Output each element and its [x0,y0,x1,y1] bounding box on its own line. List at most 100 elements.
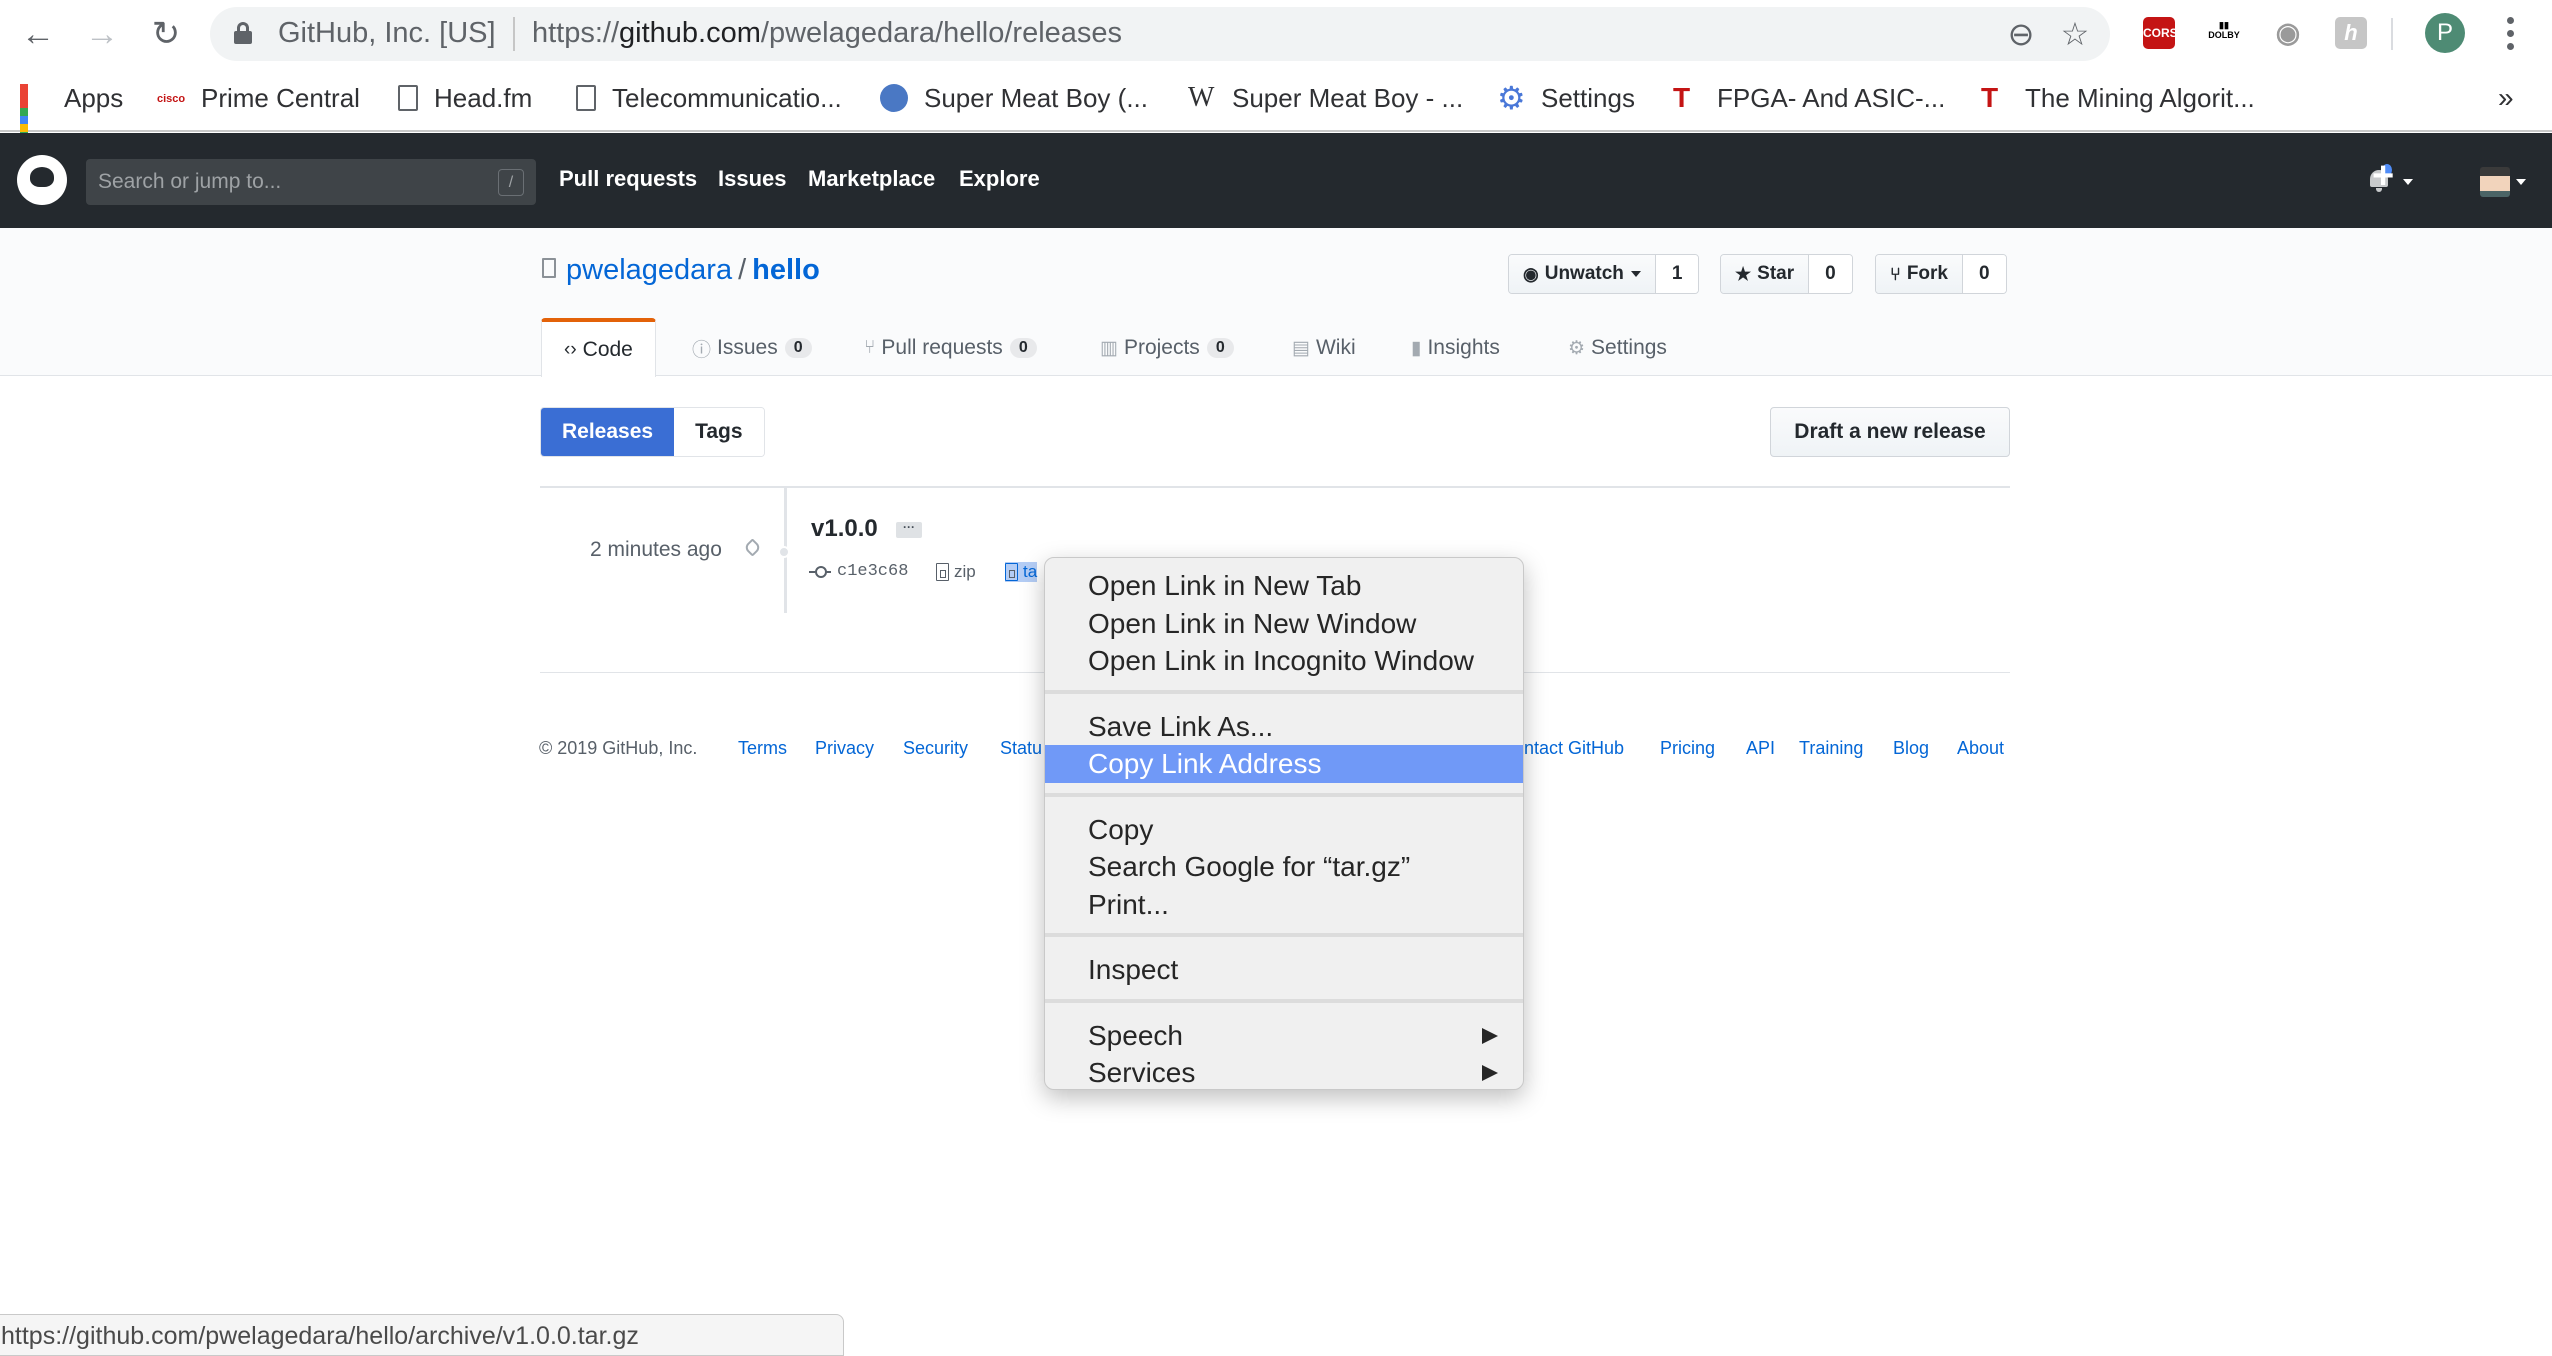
url-text[interactable]: https://github.com/pwelagedara/hello/rel… [532,17,1122,50]
tab-issues[interactable]: ⓘ Issues 0 [692,320,812,376]
tab-counter: 0 [1009,338,1037,358]
zip-download-link[interactable]: zip [936,562,976,582]
menu-item-inspect[interactable]: Inspect [1045,951,1523,989]
footer-link-training[interactable]: Training [1799,738,1863,759]
star-label: Star [1757,263,1795,284]
address-bar[interactable]: GitHub, Inc. [US] https://github.com/pwe… [210,7,2110,61]
menu-item-copy-link-address[interactable]: Copy Link Address [1045,745,1523,783]
code-icon: ‹› [564,338,577,360]
github-logo-icon[interactable] [17,155,67,205]
release-title-link[interactable]: v1.0.0 [811,515,878,543]
hammer-icon: T [1673,82,1691,113]
search-input[interactable]: Search or jump to... / [86,159,536,205]
browser-toolbar: ← → ↻ GitHub, Inc. [US] https://github.c… [0,0,2552,156]
file-zip-icon [936,563,949,581]
tar-gz-download-link[interactable]: ta [1005,562,1038,582]
create-new-button[interactable]: + [2372,155,2394,198]
repo-icon [542,258,556,278]
forks-count[interactable]: 0 [1963,255,2006,293]
bookmark-fpga[interactable]: T FPGA- And ASIC-... [1673,78,1945,118]
footer-link-privacy[interactable]: Privacy [815,738,874,759]
camera-extension-icon[interactable]: ◉ [2272,17,2304,49]
tab-settings[interactable]: ⚙ Settings [1568,320,1667,376]
footer-link-security[interactable]: Security [903,738,968,759]
repo-header: pwelagedara / hello ◉ Unwatch 1 ★ Star 0 ⑂ Fo… [0,228,2552,377]
menu-item-save-link-as[interactable]: Save Link As... [1045,708,1523,746]
zoom-icon[interactable]: ⊖ [2002,15,2040,53]
commit-link[interactable]: c1e3c68 [809,562,908,581]
release-more-button[interactable]: ··· [896,521,922,538]
nav-pull-requests[interactable]: Pull requests [559,166,697,192]
bookmark-label: Super Meat Boy (... [924,82,1148,113]
menu-item-open-new-window[interactable]: Open Link in New Window [1045,605,1523,643]
stars-count[interactable]: 0 [1809,255,1852,293]
bookmark-apps[interactable]: Apps [20,78,124,156]
tags-tab[interactable]: Tags [674,408,764,456]
tab-insights[interactable]: ▮ Insights [1411,320,1500,376]
nav-issues[interactable]: Issues [718,166,787,192]
profile-avatar[interactable]: P [2425,13,2465,53]
footer-link-about[interactable]: About [1957,738,2004,759]
cors-extension-icon[interactable]: CORS [2143,17,2178,49]
fork-label: Fork [1906,263,1948,284]
user-avatar[interactable] [2480,167,2510,197]
gear-icon: ⚙ [1497,80,1526,116]
menu-item-open-new-tab[interactable]: Open Link in New Tab [1045,567,1523,605]
bookmark-label: Prime Central [201,82,360,113]
bookmark-super-meat-boy-2[interactable]: W Super Meat Boy - ... [1188,78,1463,118]
bookmark-telecommunication[interactable]: Telecommunicatio... [576,78,842,118]
bookmark-label: The Mining Algorit... [2025,82,2255,113]
menu-item-speech[interactable]: Speech [1045,1017,1523,1055]
repo-name-link[interactable]: hello [752,254,820,286]
footer-link-terms[interactable]: Terms [738,738,787,759]
back-button[interactable]: ← [18,14,58,54]
url-prefix: https:// [532,17,620,49]
footer-link-pricing[interactable]: Pricing [1660,738,1715,759]
tab-pull-requests[interactable]: ⑂ Pull requests 0 [864,320,1037,376]
nav-explore[interactable]: Explore [959,166,1040,192]
menu-item-print[interactable]: Print... [1045,886,1523,924]
bookmark-prime-central[interactable]: cisco Prime Central [157,78,360,118]
releases-tab[interactable]: Releases [541,408,675,456]
context-menu: Open Link in New Tab Open Link in New Wi… [1044,557,1524,1090]
tab-projects[interactable]: ▥ Projects 0 [1100,320,1234,376]
footer-link-contact[interactable]: ntact GitHub [1524,738,1624,759]
bookmark-label: Apps [64,82,124,113]
watchers-count[interactable]: 1 [1655,255,1699,293]
nav-marketplace[interactable]: Marketplace [808,166,935,192]
bookmark-super-meat-boy-1[interactable]: Super Meat Boy (... [880,78,1148,118]
footer-link-status[interactable]: Statu [1000,738,1042,759]
dolby-voice-extension-icon[interactable]: ▮▮ DOLBY [2208,17,2240,49]
unwatch-button[interactable]: ◉ Unwatch [1509,255,1656,293]
footer-link-blog[interactable]: Blog [1893,738,1929,759]
bookmark-mining-algorithm[interactable]: T The Mining Algorit... [1981,78,2255,118]
file-zip-icon [1005,563,1018,581]
fork-icon: ⑂ [1890,263,1901,284]
footer-copyright: © 2019 GitHub, Inc. [539,738,698,758]
bookmark-settings[interactable]: ⚙ Settings [1497,78,1635,118]
tab-wiki[interactable]: ▤ Wiki [1292,320,1356,376]
apps-grid-icon [20,84,48,156]
bookmark-head-fm[interactable]: Head.fm [398,78,532,118]
h-extension-icon[interactable]: h [2335,17,2367,49]
bookmarks-overflow-button[interactable]: » [2498,78,2514,118]
menu-item-search-google[interactable]: Search Google for “tar.gz” [1045,848,1523,886]
star-button[interactable]: ★ Star [1721,255,1810,293]
forward-button[interactable]: → [82,14,122,54]
reload-button[interactable]: ↻ [146,14,186,54]
draft-new-release-button[interactable]: Draft a new release [1770,407,2010,457]
bookmark-star-icon[interactable]: ☆ [2056,15,2094,53]
menu-item-services[interactable]: Services [1045,1054,1523,1092]
bookmark-label: Telecommunicatio... [612,82,842,113]
repo-owner-link[interactable]: pwelagedara [566,254,732,286]
menu-item-open-incognito[interactable]: Open Link in Incognito Window [1045,642,1523,680]
menu-item-label: Speech [1088,1019,1183,1051]
chrome-menu-icon[interactable] [2500,12,2520,56]
menu-item-copy[interactable]: Copy [1045,811,1523,849]
tab-code[interactable]: ‹› Code [541,318,656,377]
fork-button[interactable]: ⑂ Fork [1876,255,1963,293]
caret-down-icon [2403,179,2413,185]
footer-link-api[interactable]: API [1746,738,1775,759]
releases-tags-toggle: Releases Tags [540,407,765,457]
tab-label: Issues [717,336,778,359]
